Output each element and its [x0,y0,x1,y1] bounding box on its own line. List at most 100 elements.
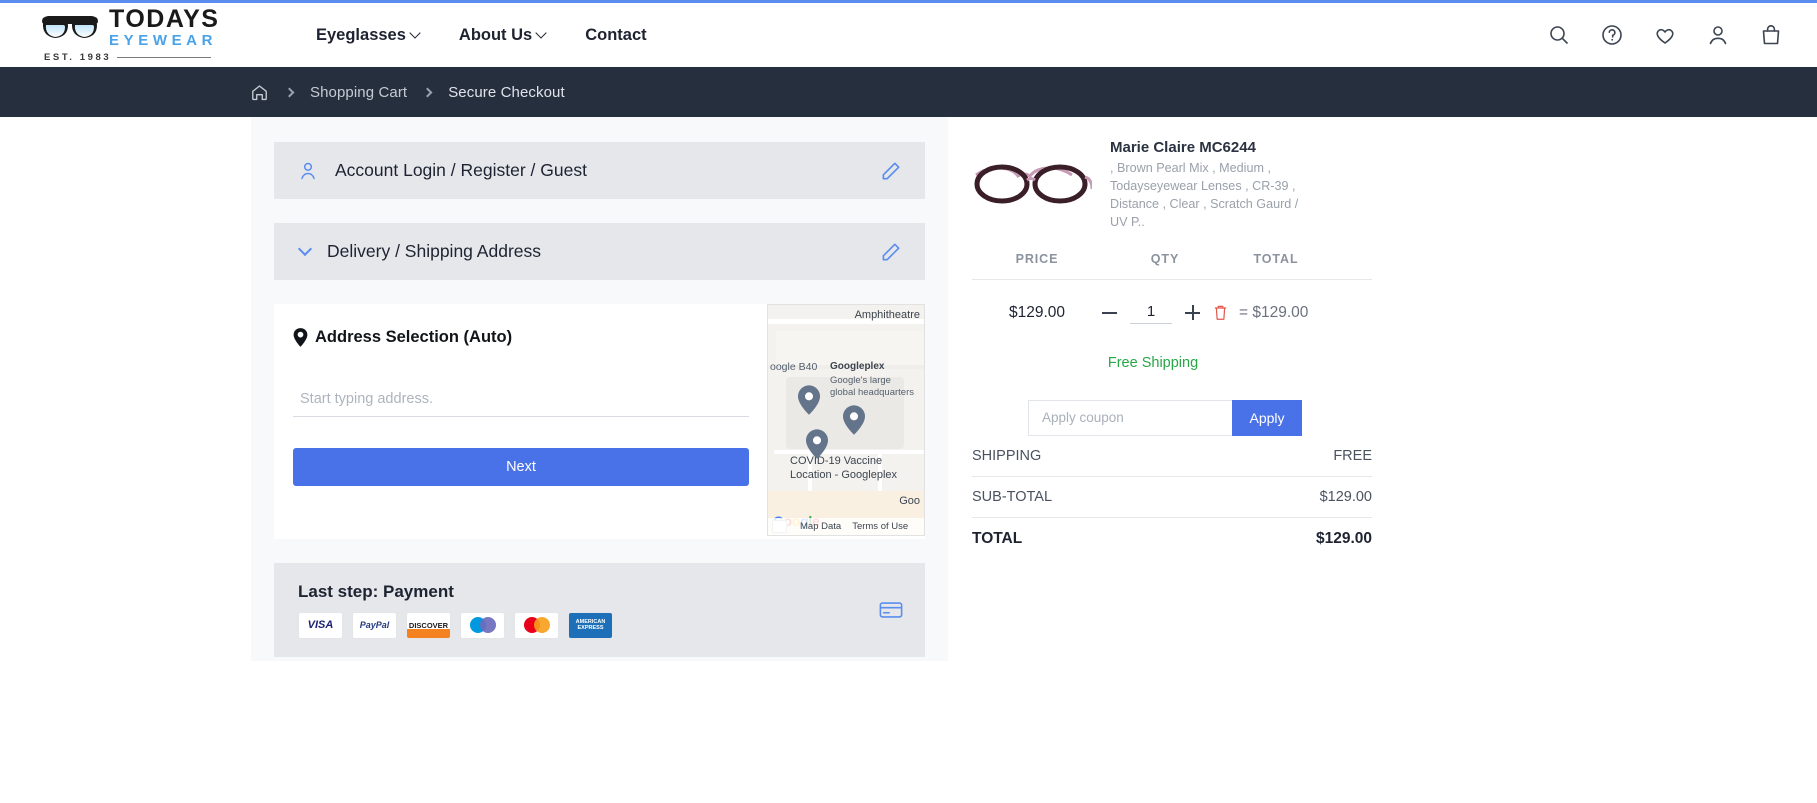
map-road [774,450,924,454]
address-input[interactable] [293,391,749,417]
next-button[interactable]: Next [293,448,749,486]
totals-label: SUB-TOTAL [972,488,1053,505]
nav-item-label: Eyeglasses [316,25,406,44]
header-icon-group [1547,23,1783,47]
order-line-item: $129.00 = $129.00 [972,280,1372,346]
increase-quantity-button[interactable] [1185,305,1200,320]
address-selection-heading: Address Selection (Auto) [293,328,749,347]
address-selection-title: Address Selection (Auto) [315,328,513,346]
payment-card-logos: VISA PayPal DISCOVER AMERICAN EXPRESS [298,611,613,639]
mastercard-card-icon [514,611,559,639]
chevron-down-icon [535,27,547,39]
map-label-covid-line1: COVID-19 Vaccine [790,455,883,467]
address-selection-card: Address Selection (Auto) Next Amphitheat… [274,304,925,539]
apply-coupon-button[interactable]: Apply [1232,399,1302,436]
map-pin-icon [293,328,308,347]
help-icon[interactable] [1600,23,1624,47]
visa-card-icon: VISA [298,611,343,639]
address-form: Address Selection (Auto) Next [274,304,767,539]
order-table-header: PRICE QTY TOTAL [972,252,1372,280]
section-delivery-address[interactable]: Delivery / Shipping Address [274,223,925,280]
logo-established: EST. 1983 [40,52,252,63]
line-price: $129.00 [1008,303,1066,321]
column-price: PRICE [1015,251,1059,266]
totals-label: SHIPPING [972,447,1042,464]
totals-row-subtotal: SUB-TOTAL $129.00 [972,477,1372,518]
payment-title: Last step: Payment [298,581,454,601]
logo-est-rule [117,56,212,59]
mastercard-logo [523,617,550,633]
site-logo[interactable]: TODAYS EYEWEAR EST. 1983 [40,7,252,63]
logo-mark-and-word: TODAYS EYEWEAR [40,7,252,48]
section-title: Delivery / Shipping Address [327,241,541,261]
map-label-amphitheatre: Amphitheatre [854,309,920,321]
map-terms-link[interactable]: Terms of Use [852,521,908,532]
breadcrumb-separator-icon [422,87,433,97]
discover-card-icon: DISCOVER [406,611,451,639]
account-icon [301,162,315,179]
checkout-page: Account Login / Register / Guest Deliver… [0,117,1817,803]
section-title: Account Login / Register / Guest [335,160,587,180]
totals-value: FREE [1333,447,1372,464]
checkout-steps-column: Account Login / Register / Guest Deliver… [251,117,948,661]
quantity-input[interactable] [1130,301,1172,324]
credit-card-icon[interactable] [879,600,903,620]
breadcrumb-item-shopping-cart[interactable]: Shopping Cart [310,84,407,101]
totals-value: $129.00 [1315,529,1372,547]
product-specs: , Brown Pearl Mix , Medium , Todayseyewe… [1110,161,1299,229]
chevron-down-icon [409,27,421,39]
account-icon[interactable] [1706,23,1730,47]
chevron-down-icon[interactable] [297,241,313,257]
wishlist-heart-icon[interactable] [1653,23,1677,47]
glasses-logo-icon [42,15,98,38]
column-qty: QTY [1150,251,1180,266]
map-marker-icon[interactable] [798,385,820,415]
map-label-googleplex-sub1: Google's large [830,375,891,386]
map-label-covid-line2: Location - Googleplex [790,469,898,481]
map-widget[interactable]: Amphitheatre oogle B40 Googleplex Google… [767,304,925,536]
order-product-row: Marie Claire MC6244 , Brown Pearl Mix , … [972,139,1372,232]
order-summary-column: Marie Claire MC6244 , Brown Pearl Mix , … [972,117,1372,803]
maestro-logo [469,617,496,633]
totals-row-total: TOTAL $129.00 [972,518,1372,560]
equals-sign: = [1239,303,1249,321]
map-marker-icon[interactable] [806,429,828,459]
column-total: TOTAL [1253,251,1299,266]
home-icon[interactable] [250,83,269,102]
edit-icon[interactable] [880,159,903,182]
map-label-googleplex-sub2: global headquarters [830,387,914,398]
map-label-googleplex: Googleplex [830,361,885,372]
breadcrumb-separator-icon [284,87,295,97]
map-label-goo: Goo [899,495,920,507]
logo-todays-text: TODAYS [109,5,220,33]
totals-row-shipping: SHIPPING FREE [972,436,1372,477]
coupon-input[interactable] [1028,399,1232,436]
site-header: TODAYS EYEWEAR EST. 1983 Eyeglasses Abou… [0,3,1817,67]
section-payment[interactable]: Last step: Payment VISA PayPal DISCOVER [274,563,925,657]
edit-icon[interactable] [880,240,903,263]
remove-item-trash-icon[interactable] [1213,304,1228,321]
nav-item-contact[interactable]: Contact [585,26,646,45]
map-marker-icon[interactable] [843,405,865,435]
maestro-card-icon [460,611,505,639]
line-total: = $129.00 [1239,304,1308,322]
decrease-quantity-button[interactable] [1102,311,1117,314]
coupon-row: Apply [1028,399,1302,436]
bag-icon[interactable] [1759,23,1783,47]
paypal-card-icon: PayPal [352,611,397,639]
eyeglasses-product-image [974,164,1092,204]
map-data-label: Map Data [800,521,842,532]
section-account-login[interactable]: Account Login / Register / Guest [274,142,925,199]
search-icon[interactable] [1547,23,1571,47]
breadcrumb: Shopping Cart Secure Checkout [0,67,1817,117]
free-shipping-note: Free Shipping [1107,354,1199,371]
nav-item-label: Contact [585,25,647,44]
order-product-info: Marie Claire MC6244 , Brown Pearl Mix , … [1110,139,1300,232]
nav-item-eyeglasses[interactable]: Eyeglasses [316,25,421,45]
totals-value: $129.00 [1319,488,1372,505]
nav-item-label: About Us [458,25,533,44]
totals-label: TOTAL [972,529,1023,547]
map-label-google-b40: oogle B40 [770,361,818,373]
breadcrumb-item-secure-checkout[interactable]: Secure Checkout [448,84,565,101]
nav-item-about-us[interactable]: About Us [458,25,547,45]
